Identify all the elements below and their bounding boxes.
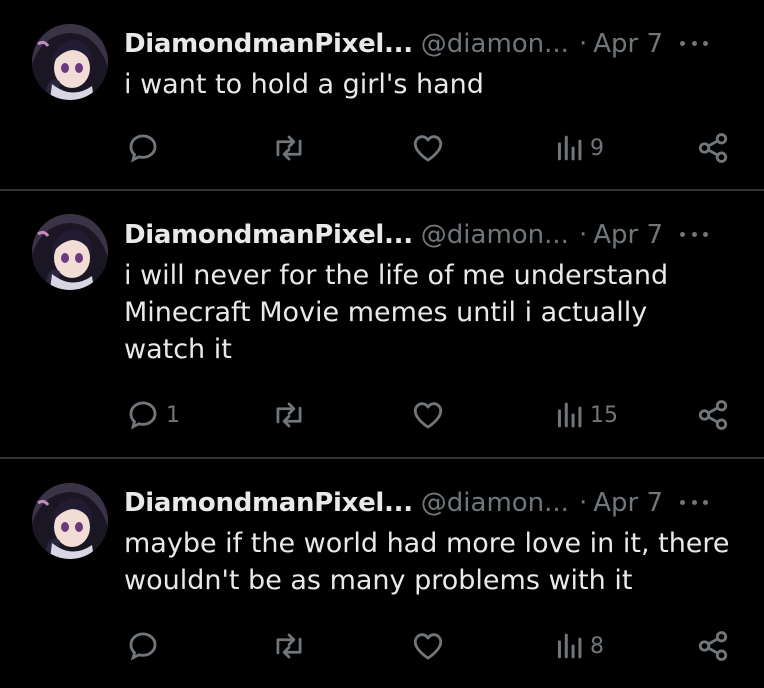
- reply-count: 1: [166, 402, 180, 428]
- reply-button[interactable]: [126, 626, 166, 666]
- views-icon: [557, 633, 582, 659]
- like-button[interactable]: [411, 395, 451, 435]
- reply-icon: [129, 134, 157, 163]
- view-count: 8: [590, 633, 604, 659]
- user-handle[interactable]: @diamon...: [421, 220, 569, 250]
- action-bar: 9: [0, 128, 764, 168]
- share-icon: [698, 631, 728, 661]
- tweet-header: DiamondmanPixel... @diamon... · Apr 7: [124, 217, 744, 253]
- display-name[interactable]: DiamondmanPixel...: [124, 29, 413, 59]
- action-bar: 8: [0, 626, 764, 666]
- reply-button[interactable]: [126, 128, 166, 168]
- avatar-image: [32, 483, 108, 559]
- user-handle[interactable]: @diamon...: [421, 488, 569, 518]
- repost-icon: [276, 402, 302, 428]
- timeline-feed: DiamondmanPixel... @diamon... · Apr 7 i wan…: [0, 0, 764, 688]
- tweet-text: i want to hold a girl's hand: [124, 69, 484, 100]
- tweet-header: DiamondmanPixel... @diamon... · Apr 7: [124, 485, 744, 521]
- share-button[interactable]: [696, 626, 730, 666]
- more-icon[interactable]: [680, 38, 708, 48]
- like-button[interactable]: [411, 128, 451, 168]
- avatar[interactable]: [32, 483, 108, 559]
- action-bar: 1 15: [0, 395, 764, 435]
- views-button[interactable]: 8: [554, 626, 604, 666]
- tweet-text: maybe if the world had more love in it, …: [124, 528, 730, 596]
- tweet[interactable]: DiamondmanPixel... @diamon... · Apr 7 maybe…: [0, 459, 764, 688]
- more-icon[interactable]: [680, 229, 708, 239]
- separator-dot: ·: [578, 29, 588, 59]
- tweet-date[interactable]: Apr 7: [593, 220, 663, 250]
- repost-button[interactable]: [271, 395, 313, 435]
- avatar-image: [32, 214, 108, 290]
- views-button[interactable]: 9: [554, 128, 604, 168]
- repost-button[interactable]: [271, 128, 313, 168]
- views-icon: [557, 402, 582, 428]
- separator-dot: ·: [578, 488, 588, 518]
- views-icon: [557, 135, 582, 161]
- like-icon: [413, 135, 443, 162]
- share-icon: [698, 133, 728, 163]
- share-button[interactable]: [696, 128, 730, 168]
- share-icon: [698, 400, 728, 430]
- view-count: 15: [590, 402, 618, 428]
- like-button[interactable]: [411, 626, 451, 666]
- avatar[interactable]: [32, 214, 108, 290]
- display-name[interactable]: DiamondmanPixel...: [124, 220, 413, 250]
- views-button[interactable]: 15: [554, 395, 618, 435]
- tweet[interactable]: DiamondmanPixel... @diamon... · Apr 7 i wil…: [0, 191, 764, 457]
- repost-button[interactable]: [271, 626, 313, 666]
- repost-icon: [276, 633, 302, 659]
- tweet-text: i will never for the life of me understa…: [124, 260, 669, 365]
- reply-button[interactable]: 1: [126, 395, 180, 435]
- tweet[interactable]: DiamondmanPixel... @diamon... · Apr 7 i wan…: [0, 0, 764, 189]
- display-name[interactable]: DiamondmanPixel...: [124, 488, 413, 518]
- avatar-image: [32, 24, 108, 100]
- tweet-date[interactable]: Apr 7: [593, 488, 663, 518]
- user-handle[interactable]: @diamon...: [421, 29, 569, 59]
- repost-icon: [276, 135, 302, 161]
- avatar[interactable]: [32, 24, 108, 100]
- view-count: 9: [590, 135, 604, 161]
- tweet-date[interactable]: Apr 7: [593, 29, 663, 59]
- more-icon[interactable]: [680, 497, 708, 507]
- reply-icon: [129, 632, 157, 661]
- like-icon: [413, 633, 443, 660]
- like-icon: [413, 402, 443, 429]
- tweet-header: DiamondmanPixel... @diamon... · Apr 7: [124, 26, 744, 62]
- share-button[interactable]: [696, 395, 730, 435]
- reply-icon: [129, 401, 157, 430]
- separator-dot: ·: [578, 220, 588, 250]
